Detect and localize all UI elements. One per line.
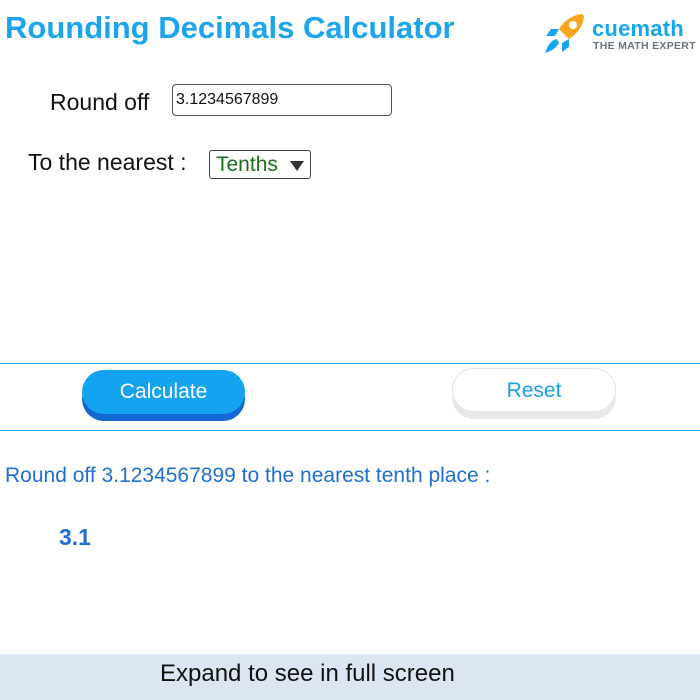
place-value-select[interactable]: Tenths — [209, 150, 311, 179]
logo-tagline: THE MATH EXPERT — [593, 40, 696, 52]
reset-button[interactable]: Reset — [452, 368, 616, 412]
page-title: Rounding Decimals Calculator — [5, 10, 455, 45]
decimal-input[interactable] — [172, 84, 392, 116]
expand-fullscreen-bar[interactable]: Expand to see in full screen — [0, 654, 700, 700]
place-value-selected: Tenths — [216, 153, 278, 176]
caret-down-icon — [290, 161, 304, 171]
round-off-label: Round off — [50, 89, 150, 115]
result-value: 3.1 — [59, 524, 91, 550]
divider-top — [0, 363, 700, 364]
divider-bottom — [0, 430, 700, 431]
nearest-label: To the nearest : — [28, 149, 187, 175]
result-description: Round off 3.1234567899 to the nearest te… — [5, 464, 491, 487]
logo-wordmark: cuemath — [592, 16, 684, 41]
cuemath-logo: cuemath THE MATH EXPERT — [542, 12, 696, 56]
rocket-icon — [545, 14, 584, 53]
expand-fullscreen-label: Expand to see in full screen — [160, 660, 455, 687]
calculate-button[interactable]: Calculate — [82, 370, 245, 414]
